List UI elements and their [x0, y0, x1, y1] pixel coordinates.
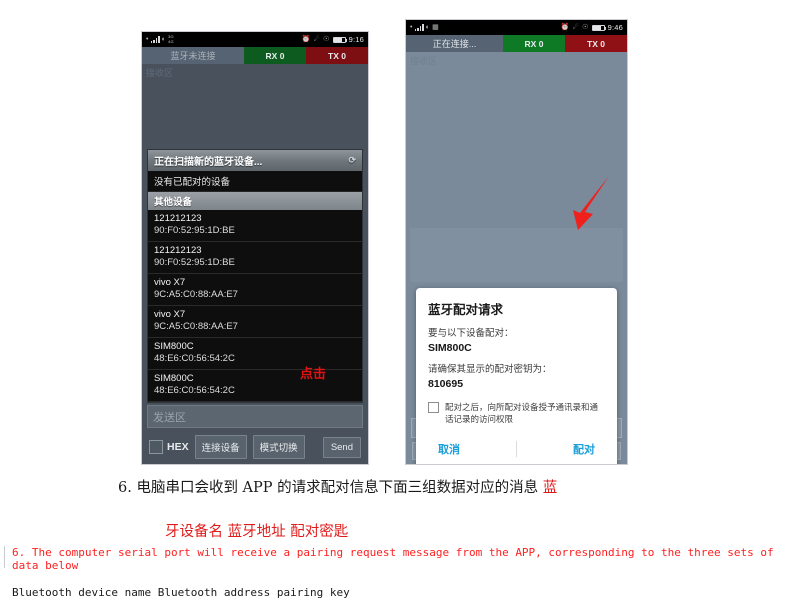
left-margin-rule: [4, 546, 5, 568]
scanning-header-row: 正在扫描新的蓝牙设备... ⟳: [148, 150, 362, 171]
network-type-bottom: 4G: [168, 38, 174, 44]
clock-label: 9:16: [348, 35, 364, 44]
rx-counter-badge: RX 0: [503, 35, 565, 52]
caption-chinese-line-2: 牙设备名 蓝牙地址 配对密匙: [165, 524, 349, 540]
permission-checkbox[interactable]: [428, 402, 439, 413]
permission-label: 配对之后，向所配对设备授予通讯录和通话记录的访问权限: [445, 402, 599, 424]
phone-screenshot-left: • ◐ 3G 4G ⏰ ☄ ☉ 9:16 蓝牙未连接 RX 0 TX 0 接收区…: [141, 31, 369, 465]
send-button[interactable]: Send: [322, 436, 361, 458]
caption-chinese-line-1: 6. 电脑串口会收到 APP 的请求配对信息下面三组数据对应的消息 蓝: [118, 476, 557, 497]
list-item[interactable]: SIM800C 48:E6:C0:56:54:2C: [148, 370, 362, 402]
caption-english-red: 6. The computer serial port will receive…: [12, 546, 774, 572]
status-bar-left-icons: • ◐ 3G 4G: [146, 35, 174, 44]
caption-chinese-black: 6. 电脑串口会收到 APP 的请求配对信息下面三组数据对应的消息: [118, 480, 539, 496]
hex-checkbox[interactable]: [149, 440, 163, 454]
device-address: 48:E6:C0:56:54:2C: [154, 385, 235, 396]
list-item[interactable]: vivo X7 9C:A5:C0:88:AA:E7: [148, 274, 362, 306]
other-devices-header: 其他设备: [148, 192, 362, 210]
tx-counter-badge: TX 0: [565, 35, 627, 52]
alarm-icon: ⏰: [560, 24, 570, 31]
background-panel: [410, 228, 623, 282]
cancel-button[interactable]: 取消: [428, 436, 470, 462]
signal-strength-icon: [414, 24, 424, 31]
device-name: vivo X7: [154, 309, 186, 320]
dialog-actions: 取消 配对: [428, 434, 605, 462]
app-title-bar-right: 正在连接... RX 0 TX 0: [406, 35, 627, 52]
document-page: • ◐ 3G 4G ⏰ ☄ ☉ 9:16 蓝牙未连接 RX 0 TX 0 接收区…: [0, 0, 795, 612]
no-paired-devices-row: 没有已配对的设备: [148, 171, 362, 192]
app-title-bar-left: 蓝牙未连接 RX 0 TX 0: [142, 47, 368, 64]
divider: [516, 441, 517, 457]
app-body-left: 接收区 正在扫描新的蓝牙设备... ⟳ 没有已配对的设备 其他设备 121212…: [142, 64, 368, 464]
hex-checkbox-wrap[interactable]: HEX: [149, 440, 189, 454]
alarm-icon: ⏰: [301, 36, 311, 43]
device-name: vivo X7: [154, 277, 186, 288]
dialog-title: 蓝牙配对请求: [428, 303, 504, 317]
bluetooth-device-list[interactable]: 正在扫描新的蓝牙设备... ⟳ 没有已配对的设备 其他设备 121212123 …: [147, 149, 363, 403]
status-bar-left: • ◐ 3G 4G ⏰ ☄ ☉ 9:16: [142, 32, 368, 47]
tx-counter-badge: TX 0: [306, 47, 368, 64]
signal-dot-icon: •: [146, 36, 149, 43]
bluetooth-icon: ☄: [572, 24, 580, 31]
battery-icon: [591, 24, 607, 31]
signal-dot-icon: •: [410, 24, 413, 31]
app-body-right: 接收区 蓝牙配对请求 要与以下设备配对： SIM800C 请确保其显示的配对密钥…: [406, 52, 627, 464]
device-address: 9C:A5:C0:88:AA:E7: [154, 289, 238, 300]
phone-screenshot-right: • ◐ ▦ ⏰ ☄ ☉ 9:46 正在连接... RX 0 TX 0 接收区 蓝…: [405, 19, 628, 465]
wifi-icon: ◐: [161, 36, 167, 43]
status-bar-right-icons: ⏰ ☄ ☉ 9:46: [561, 23, 623, 32]
signal-strength-icon: [150, 36, 160, 43]
send-area-placeholder: 发送区: [153, 411, 186, 424]
connect-device-button[interactable]: 连接设备: [194, 435, 247, 459]
wifi-icon: ◐: [425, 24, 431, 31]
connection-status-label: 蓝牙未连接: [170, 51, 216, 61]
rx-counter-badge: RX 0: [244, 47, 306, 64]
list-item-sim800c-target[interactable]: SIM800C 48:E6:C0:56:54:2C: [148, 338, 362, 370]
send-input[interactable]: 发送区: [147, 405, 363, 428]
device-address: 90:F0:52:95:1D:BE: [154, 257, 235, 268]
pairing-key-value: 810695: [428, 378, 464, 390]
status-bar-right: • ◐ ▦ ⏰ ☄ ☉ 9:46: [406, 20, 627, 35]
status-bar-right-icons: ⏰ ☄ ☉ 9:16: [302, 35, 364, 44]
network-type-icon: 3G 4G: [168, 35, 174, 44]
pair-button[interactable]: 配对: [563, 436, 605, 462]
battery-icon: [332, 36, 348, 43]
device-name: 121212123: [154, 213, 202, 224]
connection-status-label: 正在连接...: [432, 39, 477, 49]
annotation-arrow-right: [573, 176, 609, 230]
device-address: 90:F0:52:95:1D:BE: [154, 225, 235, 236]
list-item[interactable]: 121212123 90:F0:52:95:1D:BE: [148, 242, 362, 274]
hex-label: HEX: [167, 441, 189, 453]
caption-chinese-highlight: 蓝: [542, 480, 558, 496]
clock-label: 9:46: [607, 23, 623, 32]
pairing-key-label: 请确保其显示的配对密钥为：: [428, 364, 552, 375]
network-type-icon: ▦: [432, 24, 439, 31]
mode-switch-button[interactable]: 模式切换: [252, 435, 305, 459]
bluetooth-pairing-dialog: 蓝牙配对请求 要与以下设备配对： SIM800C 请确保其显示的配对密钥为： 8…: [416, 288, 617, 464]
caption-english-black: Bluetooth device name Bluetooth address …: [12, 586, 350, 599]
dialog-device-name: SIM800C: [428, 342, 472, 354]
vibrate-icon: ☉: [323, 36, 330, 43]
status-bar-left-icons: • ◐ ▦: [410, 24, 439, 31]
device-name: 121212123: [154, 245, 202, 256]
annotation-click-label: 点击: [300, 367, 327, 382]
list-item[interactable]: vivo X7 9C:A5:C0:88:AA:E7: [148, 306, 362, 338]
receive-area-label: 接收区: [146, 68, 174, 78]
device-address: 9C:A5:C0:88:AA:E7: [154, 321, 238, 332]
vibrate-icon: ☉: [582, 24, 589, 31]
pair-with-label: 要与以下设备配对：: [428, 328, 514, 339]
permission-checkbox-row[interactable]: 配对之后，向所配对设备授予通讯录和通话记录的访问权限: [428, 401, 605, 425]
bottom-toolbar-left: HEX 连接设备 模式切换 Send: [142, 430, 368, 464]
list-item[interactable]: 121212123 90:F0:52:95:1D:BE: [148, 210, 362, 242]
scanning-label: 正在扫描新的蓝牙设备...: [154, 157, 263, 168]
bluetooth-icon: ☄: [313, 36, 321, 43]
device-name: SIM800C: [154, 341, 194, 352]
spinner-icon: ⟳: [348, 155, 356, 165]
receive-area-label: 接收区: [410, 56, 438, 66]
